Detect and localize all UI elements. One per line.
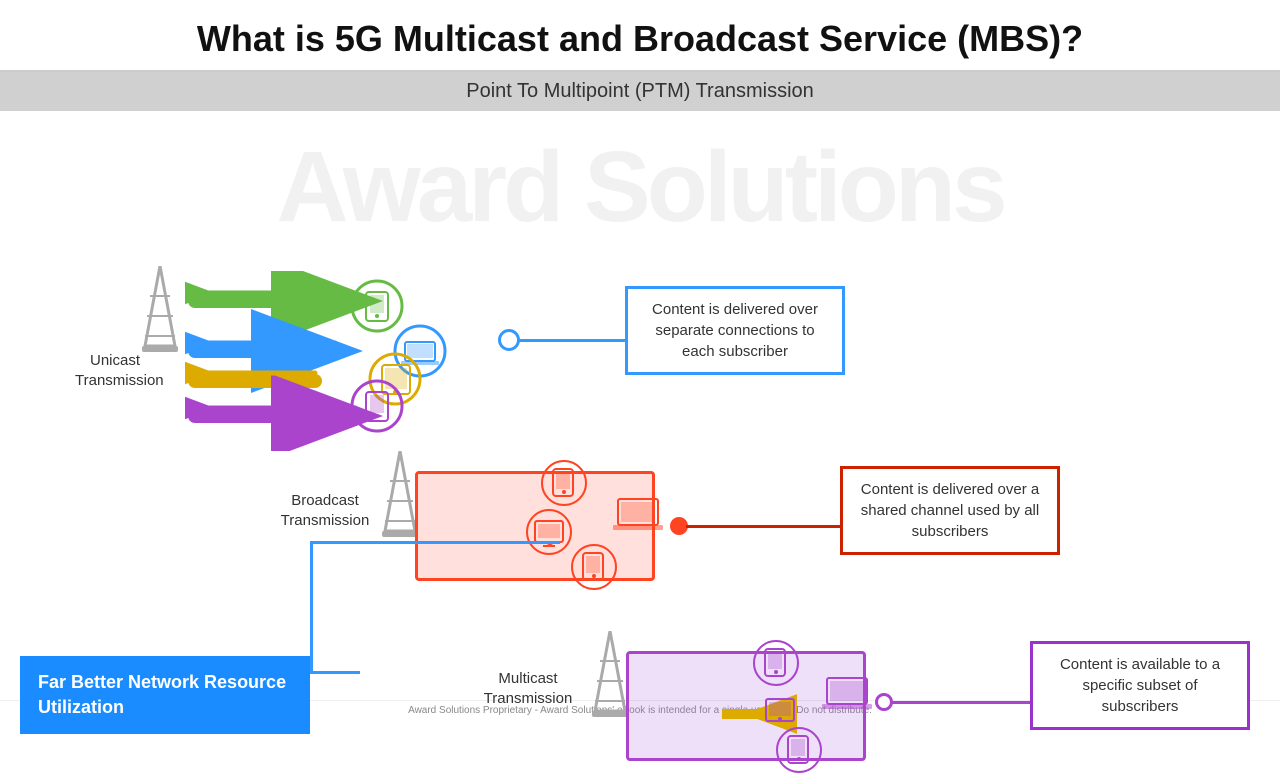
- horizontal-connector-right: [310, 541, 560, 544]
- broadcast-info-box: Content is delivered over a shared chann…: [840, 466, 1060, 555]
- broadcast-label: BroadcastTransmission: [280, 491, 370, 530]
- broadcast-device-phone1: [540, 459, 588, 512]
- far-better-box: Far Better Network Resource Utilization: [20, 656, 310, 734]
- unicast-connector-line: [518, 339, 628, 342]
- multicast-connector-line: [891, 701, 1031, 704]
- unicast-dot: [498, 329, 520, 351]
- broadcast-device-laptop: [613, 497, 663, 544]
- horizontal-connector-left: [310, 671, 360, 674]
- subtitle-text: Point To Multipoint (PTM) Transmission: [466, 80, 814, 102]
- unicast-label: UnicastTransmission: [75, 351, 155, 390]
- unicast-info-box: Content is delivered over separate conne…: [625, 286, 845, 375]
- page-title: What is 5G Multicast and Broadcast Servi…: [20, 18, 1260, 60]
- multicast-device-phone2: [775, 726, 823, 779]
- broadcast-device-monitor: [525, 508, 573, 561]
- multicast-label: MulticastTransmission: [478, 669, 578, 708]
- broadcast-device-phone2: [570, 543, 618, 596]
- unicast-tower: [130, 266, 190, 361]
- page-header: What is 5G Multicast and Broadcast Servi…: [0, 0, 1280, 72]
- broadcast-connector-line: [686, 525, 846, 528]
- multicast-info-box: Content is available to a specific subse…: [1030, 641, 1250, 730]
- main-diagram: UnicastTransmission: [0, 111, 1280, 696]
- multicast-device-laptop: [822, 676, 872, 723]
- unicast-device-phone2: [350, 379, 405, 439]
- multicast-device-phone1: [752, 639, 800, 692]
- subtitle-bar: Point To Multipoint (PTM) Transmission: [0, 72, 1280, 111]
- vertical-connector: [310, 541, 313, 671]
